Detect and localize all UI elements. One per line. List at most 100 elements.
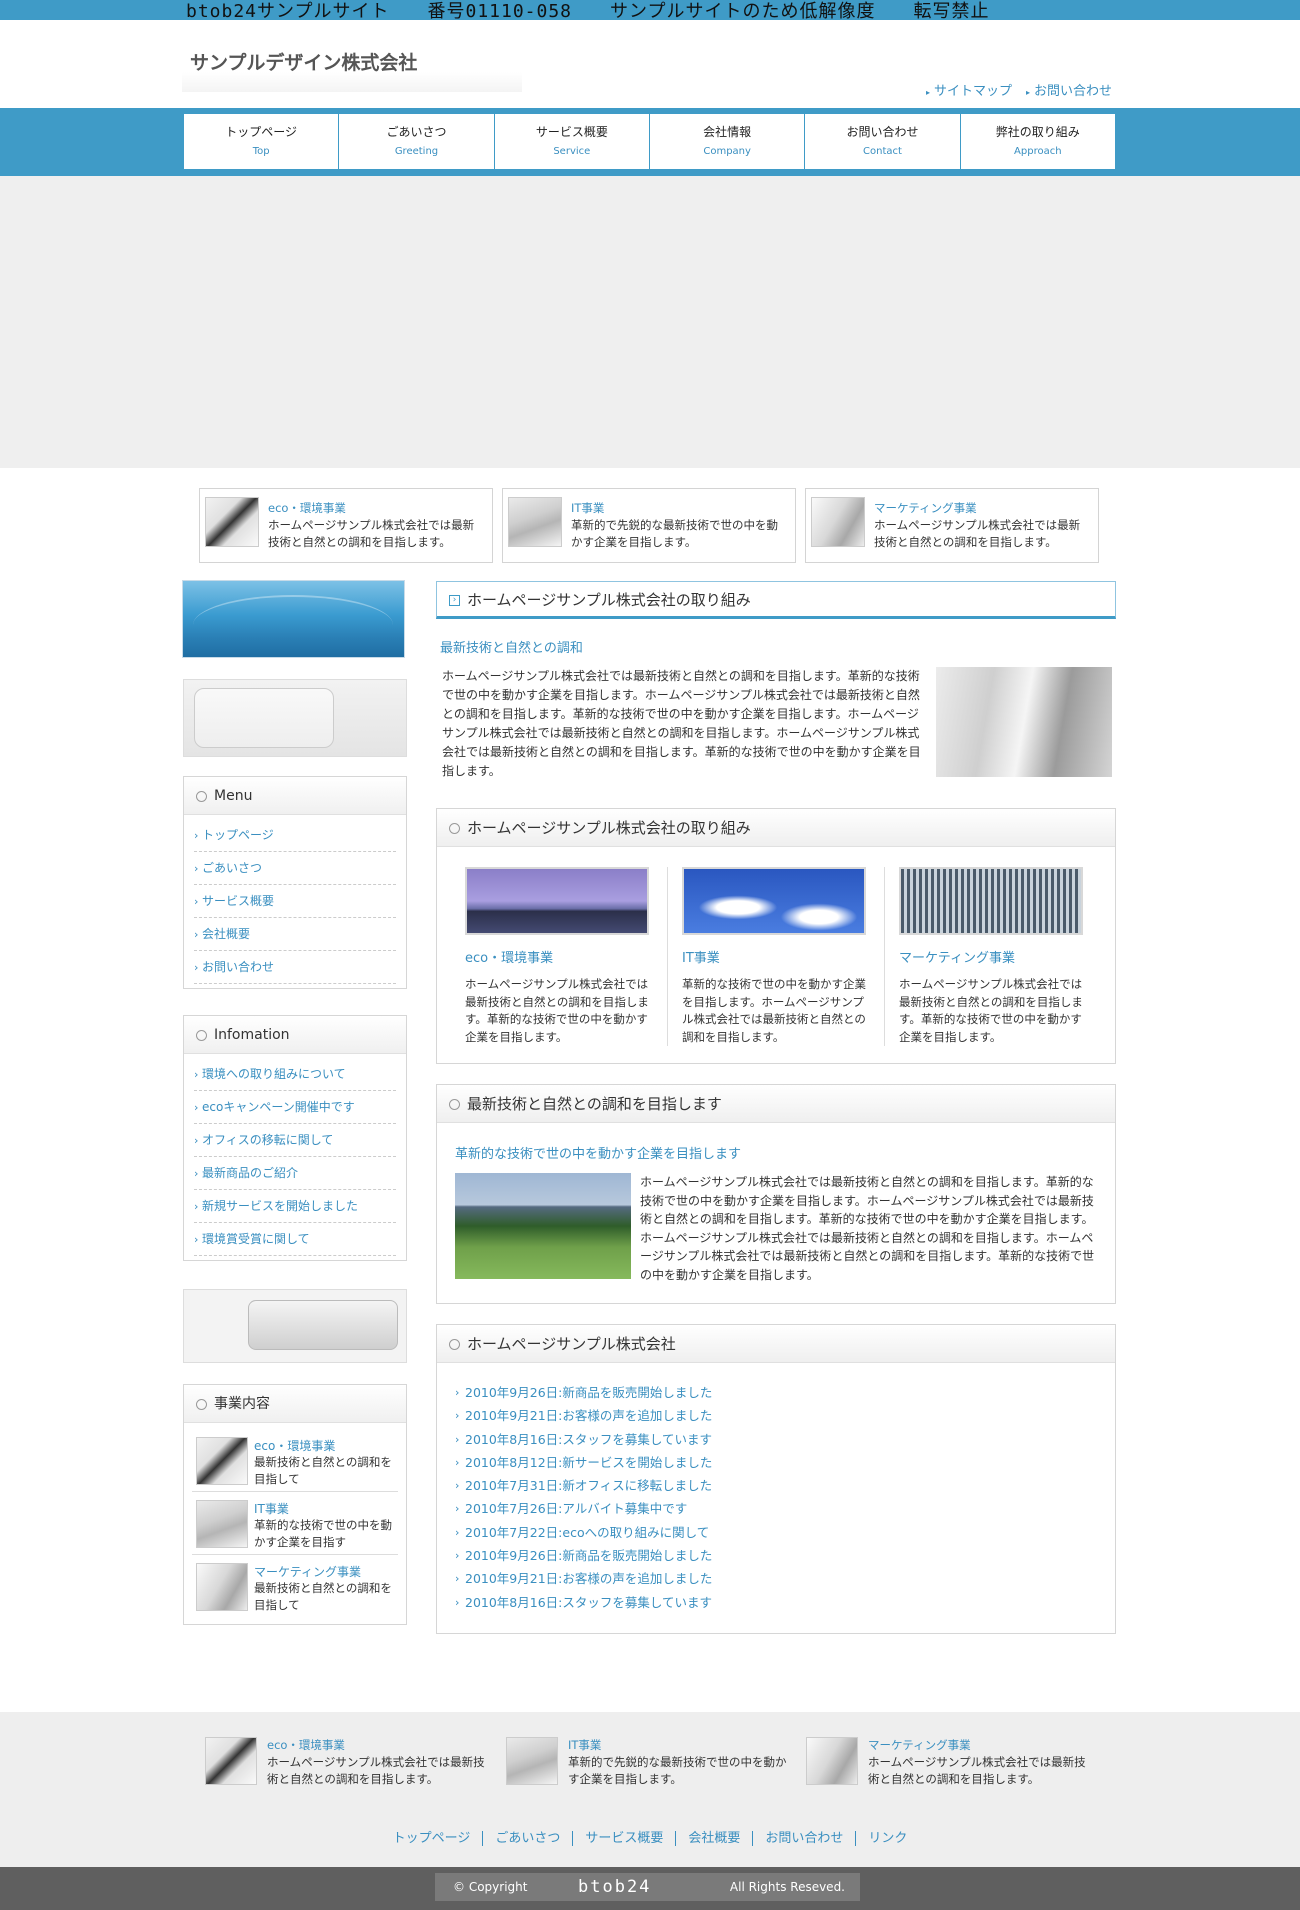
info-item[interactable]: 最新商品のご紹介 <box>194 1157 396 1190</box>
nav-greeting[interactable]: ごあいさつ Greeting <box>339 114 495 172</box>
news-item[interactable]: 2010年8月16日:スタッフを募集しています <box>455 1428 1097 1452</box>
arrow-icon: ▸ <box>925 88 930 97</box>
info-item[interactable]: 新規サービスを開始しました <box>194 1190 396 1223</box>
feature-it[interactable]: IT事業 革新的で先鋭的な最新技術で世の中を動かす企業を目指します。 <box>502 488 796 563</box>
news-item[interactable]: 2010年9月26日:新商品を販売開始しました <box>455 1544 1097 1568</box>
footer-link-greeting[interactable]: ごあいさつ <box>483 1831 574 1846</box>
nav-top[interactable]: トップページ Top <box>184 114 340 172</box>
sidebar-banner[interactable] <box>182 580 405 658</box>
business-image <box>196 1437 248 1485</box>
menu-item-greeting[interactable]: ごあいさつ <box>194 852 396 885</box>
intro-text: ホームページサンプル株式会社では最新技術と自然との調和を目指します。革新的な技術… <box>442 669 921 778</box>
news-heading: ホームページサンプル株式会社 <box>437 1325 1115 1363</box>
nav-company[interactable]: 会社情報 Company <box>649 114 806 172</box>
footer-feature-eco[interactable]: eco・環境事業 ホームページサンプル株式会社では最新技術と自然との調和を目指し… <box>205 1735 495 1787</box>
footer-link-service[interactable]: サービス概要 <box>573 1831 677 1846</box>
sidebar-menu: Menu トップページ ごあいさつ サービス概要 会社概要 お問い合わせ <box>183 776 407 989</box>
footer-link-contact[interactable]: お問い合わせ <box>753 1831 857 1846</box>
business-title: 事業内容 <box>184 1385 406 1423</box>
company-logo[interactable]: サンプルデザイン株式会社 <box>190 48 417 75</box>
info-item[interactable]: オフィスの移転に関して <box>194 1124 396 1157</box>
menu-item-contact[interactable]: お問い合わせ <box>194 951 396 984</box>
feature-image <box>811 497 865 547</box>
rights-text: All Rights Reseved. <box>729 1880 845 1894</box>
info-item[interactable]: 環境賞受賞に関して <box>194 1223 396 1256</box>
column-marketing: マーケティング事業 ホームページサンプル株式会社では最新技術と自然との調和を目指… <box>885 867 1101 1046</box>
copyright-bar: © Copyright btob24 All Rights Reseved. <box>435 1873 860 1901</box>
footer-link-links[interactable]: リンク <box>856 1831 919 1846</box>
footer-feature-image <box>806 1737 858 1785</box>
menu-item-company[interactable]: 会社概要 <box>194 918 396 951</box>
feature-desc: ホームページサンプル株式会社では最新技術と自然との調和を目指します。 <box>874 518 1081 549</box>
top-banner-text: btob24サンプルサイト 番号01110-058 サンプルサイトのため低解像度… <box>186 1 990 22</box>
footer-link-top[interactable]: トップページ <box>380 1831 484 1846</box>
bridge-image[interactable] <box>465 867 649 935</box>
sidebar-info: Infomation 環境への取り組みについて ecoキャンペーン開催中です オ… <box>183 1015 407 1261</box>
sitemap-link[interactable]: ▸ サイトマップ <box>926 80 1012 99</box>
info-item[interactable]: ecoキャンペーン開催中です <box>194 1091 396 1124</box>
business-image <box>196 1500 248 1548</box>
menu-item-top[interactable]: トップページ <box>194 819 396 852</box>
building-image[interactable] <box>899 867 1083 935</box>
nav-approach[interactable]: 弊社の取り組み Approach <box>960 114 1115 172</box>
hero-area <box>0 176 1300 468</box>
sidebar-button-box <box>183 679 407 757</box>
menu-title: Menu <box>184 777 406 815</box>
business-item[interactable]: マーケティング事業 最新技術と自然との調和を目指して <box>192 1555 398 1618</box>
nav-contact[interactable]: お問い合わせ Contact <box>805 114 961 172</box>
chevron-right-icon: › <box>449 595 460 606</box>
main-section-news: ホームページサンプル株式会社 2010年9月26日:新商品を販売開始しました 2… <box>436 1324 1116 1634</box>
footer-link-company[interactable]: 会社概要 <box>676 1831 754 1846</box>
footer-feature-marketing[interactable]: マーケティング事業 ホームページサンプル株式会社では最新技術と自然との調和を目指… <box>806 1735 1096 1787</box>
sidebar-button-2[interactable] <box>248 1300 398 1350</box>
banner-decoration <box>193 595 393 655</box>
main-section-intro: › ホームページサンプル株式会社の取り組み 最新技術と自然との調和 ホームページサ… <box>436 581 1116 778</box>
news-item[interactable]: 2010年8月12日:新サービスを開始しました <box>455 1451 1097 1475</box>
feature-image <box>205 497 259 547</box>
news-item[interactable]: 2010年9月21日:お客様の声を追加しました <box>455 1567 1097 1591</box>
footer-links: トップページ ごあいさつ サービス概要 会社概要 お問い合わせ リンク <box>0 1827 1300 1846</box>
menu-item-service[interactable]: サービス概要 <box>194 885 396 918</box>
contact-link[interactable]: ▸ お問い合わせ <box>1026 80 1112 99</box>
footer-feature-image <box>205 1737 257 1785</box>
feature-title: マーケティング事業 <box>874 501 977 515</box>
business-image <box>196 1563 248 1611</box>
column-it: IT事業 革新的な技術で世の中を動かす企業を目指します。ホームページサンプル株式… <box>668 867 885 1046</box>
sidebar-button[interactable] <box>194 688 334 748</box>
top-banner: btob24サンプルサイト 番号01110-058 サンプルサイトのため低解像度… <box>0 0 1300 22</box>
intro-heading: › ホームページサンプル株式会社の取り組み <box>436 581 1116 619</box>
main-section-columns: ホームページサンプル株式会社の取り組み eco・環境事業 ホームページサンプル株… <box>436 808 1116 1064</box>
global-nav: トップページ Top ごあいさつ Greeting サービス概要 Service 会社… <box>184 114 1115 172</box>
feature-marketing[interactable]: マーケティング事業 ホームページサンプル株式会社では最新技術と自然との調和を目指… <box>805 488 1099 563</box>
info-item[interactable]: 環境への取り組みについて <box>194 1058 396 1091</box>
harmony-text: ホームページサンプル株式会社では最新技術と自然との調和を目指します。革新的な技術… <box>640 1175 1095 1282</box>
news-item[interactable]: 2010年7月22日:ecoへの取り組みに関して <box>455 1521 1097 1545</box>
news-item[interactable]: 2010年7月26日:アルバイト募集中です <box>455 1497 1097 1521</box>
sidebar-button-box-2 <box>183 1289 407 1363</box>
info-title: Infomation <box>184 1016 406 1054</box>
park-image <box>455 1173 631 1279</box>
news-item[interactable]: 2010年9月21日:お客様の声を追加しました <box>455 1404 1097 1428</box>
columns-heading: ホームページサンプル株式会社の取り組み <box>437 809 1115 847</box>
news-item[interactable]: 2010年9月26日:新商品を販売開始しました <box>455 1381 1097 1405</box>
feature-title: eco・環境事業 <box>268 501 346 515</box>
main-section-harmony: 最新技術と自然との調和を目指します 革新的な技術で世の中を動かす企業を目指します… <box>436 1084 1116 1304</box>
utility-links: ▸ サイトマップ ▸ お問い合わせ <box>926 80 1112 99</box>
arrow-icon: ▸ <box>1025 88 1030 97</box>
footer-feature-it[interactable]: IT事業 革新的で先鋭的な最新技術で世の中を動かす企業を目指します。 <box>506 1735 796 1787</box>
intro-subtitle: 最新技術と自然との調和 <box>440 641 583 656</box>
feature-desc: 革新的で先鋭的な最新技術で世の中を動かす企業を目指します。 <box>571 518 778 549</box>
copyright-text: © Copyright <box>453 1880 528 1894</box>
business-item[interactable]: IT事業 革新的な技術で世の中を動かす企業を目指す <box>192 1492 398 1555</box>
nav-service[interactable]: サービス概要 Service <box>494 114 650 172</box>
sky-image[interactable] <box>682 867 866 935</box>
feature-desc: ホームページサンプル株式会社では最新技術と自然との調和を目指します。 <box>268 518 475 549</box>
feature-image <box>508 497 562 547</box>
column-eco: eco・環境事業 ホームページサンプル株式会社では最新技術と自然との調和を目指し… <box>451 867 668 1046</box>
feature-title: IT事業 <box>571 501 605 515</box>
feature-eco[interactable]: eco・環境事業 ホームページサンプル株式会社では最新技術と自然との調和を目指し… <box>199 488 493 563</box>
news-item[interactable]: 2010年8月16日:スタッフを募集しています <box>455 1591 1097 1615</box>
footer-feature-image <box>506 1737 558 1785</box>
news-item[interactable]: 2010年7月31日:新オフィスに移転しました <box>455 1474 1097 1498</box>
business-item[interactable]: eco・環境事業 最新技術と自然との調和を目指して <box>192 1429 398 1492</box>
